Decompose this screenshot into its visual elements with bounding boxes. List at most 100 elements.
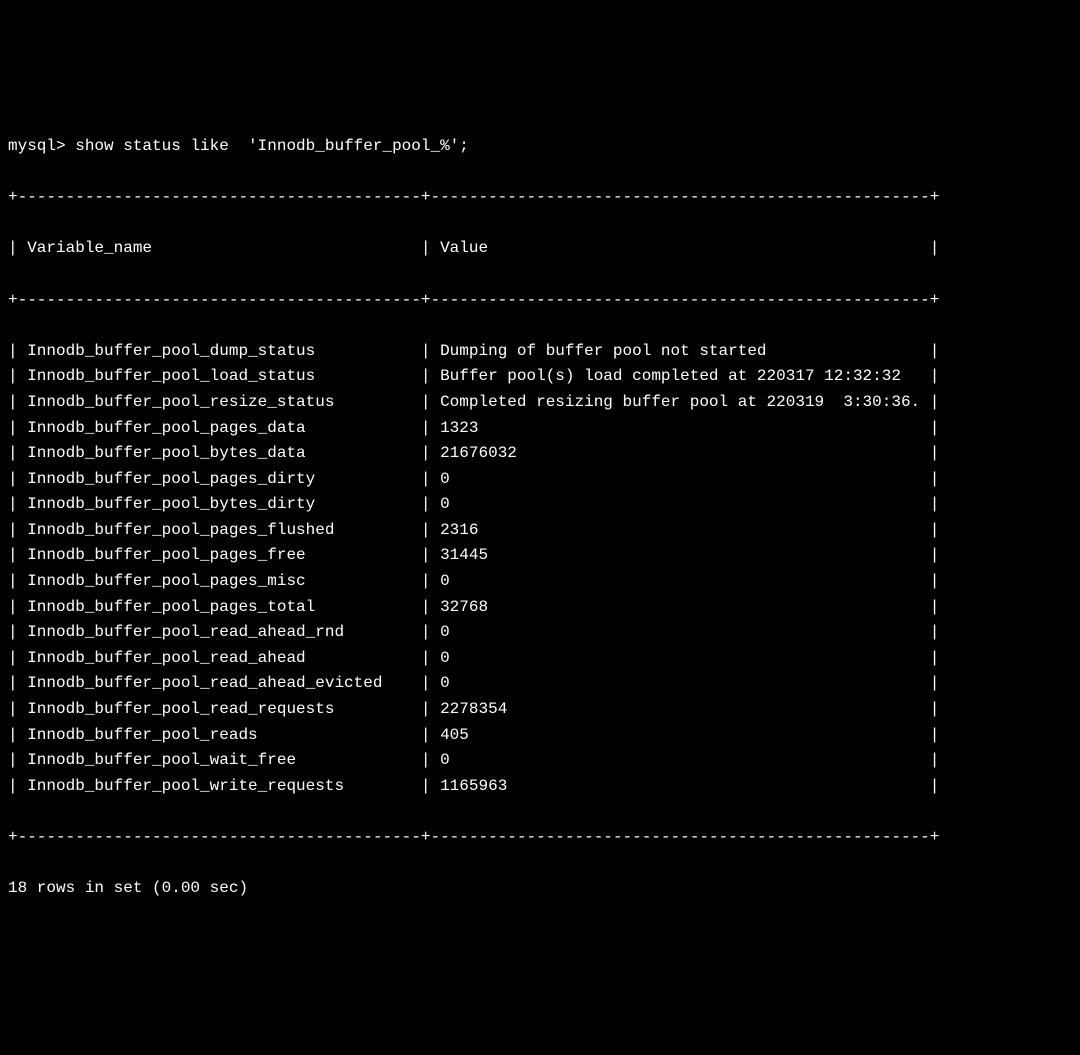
table-pipe: |: [411, 495, 440, 513]
table-pipe: |: [8, 674, 27, 692]
table-pipe: |: [411, 777, 440, 795]
value-cell: 0: [440, 470, 920, 488]
table-row: | Innodb_buffer_pool_write_requests | 11…: [8, 774, 1072, 800]
variable-name-cell: Innodb_buffer_pool_pages_flushed: [27, 521, 411, 539]
table-pipe: |: [8, 623, 27, 641]
table-border-bottom: +---------------------------------------…: [8, 825, 1072, 851]
table-row: | Innodb_buffer_pool_pages_dirty | 0 |: [8, 467, 1072, 493]
variable-name-cell: Innodb_buffer_pool_resize_status: [27, 393, 411, 411]
table-row: | Innodb_buffer_pool_wait_free | 0 |: [8, 748, 1072, 774]
table-pipe: |: [920, 777, 939, 795]
table-pipe: |: [411, 342, 440, 360]
value-cell: Dumping of buffer pool not started: [440, 342, 920, 360]
table-row: | Innodb_buffer_pool_read_ahead_evicted …: [8, 671, 1072, 697]
table-pipe: |: [8, 393, 27, 411]
table-header-row: | Variable_name | Value |: [8, 236, 1072, 262]
table-pipe: |: [920, 726, 939, 744]
table-row: | Innodb_buffer_pool_pages_total | 32768…: [8, 595, 1072, 621]
value-cell: 2316: [440, 521, 920, 539]
table-pipe: |: [920, 367, 939, 385]
variable-name-cell: Innodb_buffer_pool_pages_total: [27, 598, 411, 616]
variable-name-cell: Innodb_buffer_pool_pages_misc: [27, 572, 411, 590]
table-pipe: |: [8, 598, 27, 616]
table-pipe: |: [8, 444, 27, 462]
table-pipe: |: [920, 623, 939, 641]
variable-name-cell: Innodb_buffer_pool_write_requests: [27, 777, 411, 795]
value-cell: 31445: [440, 546, 920, 564]
variable-name-cell: Innodb_buffer_pool_read_ahead_evicted: [27, 674, 411, 692]
table-pipe: |: [411, 751, 440, 769]
table-pipe: |: [920, 572, 939, 590]
value-cell: 2278354: [440, 700, 920, 718]
mysql-prompt: mysql>: [8, 137, 75, 155]
value-cell: 0: [440, 623, 920, 641]
table-row: | Innodb_buffer_pool_dump_status | Dumpi…: [8, 339, 1072, 365]
table-pipe: |: [920, 598, 939, 616]
table-pipe: |: [920, 495, 939, 513]
table-row: | Innodb_buffer_pool_pages_data | 1323 |: [8, 416, 1072, 442]
table-row: | Innodb_buffer_pool_load_status | Buffe…: [8, 364, 1072, 390]
table-pipe: |: [8, 470, 27, 488]
table-pipe: |: [411, 674, 440, 692]
table-pipe: |: [8, 572, 27, 590]
table-pipe: |: [8, 751, 27, 769]
table-pipe: |: [920, 393, 939, 411]
table-pipe: |: [920, 342, 939, 360]
value-cell: 21676032: [440, 444, 920, 462]
value-cell: 1165963: [440, 777, 920, 795]
mysql-command: show status like 'Innodb_buffer_pool_%';: [75, 137, 469, 155]
variable-name-cell: Innodb_buffer_pool_bytes_data: [27, 444, 411, 462]
table-row: | Innodb_buffer_pool_bytes_data | 216760…: [8, 441, 1072, 467]
table-pipe: |: [920, 674, 939, 692]
table-body: | Innodb_buffer_pool_dump_status | Dumpi…: [8, 339, 1072, 800]
table-pipe: |: [411, 367, 440, 385]
table-pipe: |: [8, 521, 27, 539]
table-pipe: |: [8, 700, 27, 718]
value-cell: 405: [440, 726, 920, 744]
table-row: | Innodb_buffer_pool_resize_status | Com…: [8, 390, 1072, 416]
value-cell: 0: [440, 751, 920, 769]
table-row: | Innodb_buffer_pool_pages_free | 31445 …: [8, 543, 1072, 569]
table-pipe: |: [920, 444, 939, 462]
table-pipe: |: [411, 726, 440, 744]
variable-name-cell: Innodb_buffer_pool_pages_data: [27, 419, 411, 437]
table-row: | Innodb_buffer_pool_pages_misc | 0 |: [8, 569, 1072, 595]
table-row: | Innodb_buffer_pool_reads | 405 |: [8, 723, 1072, 749]
table-pipe: |: [920, 470, 939, 488]
table-row: | Innodb_buffer_pool_read_requests | 227…: [8, 697, 1072, 723]
table-row: | Innodb_buffer_pool_bytes_dirty | 0 |: [8, 492, 1072, 518]
table-pipe: |: [920, 751, 939, 769]
table-pipe: |: [920, 546, 939, 564]
table-pipe: |: [411, 700, 440, 718]
variable-name-cell: Innodb_buffer_pool_bytes_dirty: [27, 495, 411, 513]
table-pipe: |: [8, 546, 27, 564]
table-pipe: |: [920, 700, 939, 718]
value-cell: 0: [440, 649, 920, 667]
table-row: | Innodb_buffer_pool_read_ahead_rnd | 0 …: [8, 620, 1072, 646]
value-cell: Completed resizing buffer pool at 220319…: [440, 393, 920, 411]
table-pipe: |: [411, 470, 440, 488]
table-pipe: |: [411, 419, 440, 437]
value-cell: Buffer pool(s) load completed at 220317 …: [440, 367, 920, 385]
table-pipe: |: [920, 521, 939, 539]
variable-name-cell: Innodb_buffer_pool_read_ahead: [27, 649, 411, 667]
table-border-mid: +---------------------------------------…: [8, 288, 1072, 314]
table-pipe: |: [8, 649, 27, 667]
table-pipe: |: [411, 444, 440, 462]
mysql-prompt-line[interactable]: mysql> show status like 'Innodb_buffer_p…: [8, 134, 1072, 160]
table-row: | Innodb_buffer_pool_read_ahead | 0 |: [8, 646, 1072, 672]
variable-name-cell: Innodb_buffer_pool_wait_free: [27, 751, 411, 769]
table-pipe: |: [411, 521, 440, 539]
value-cell: 0: [440, 572, 920, 590]
variable-name-cell: Innodb_buffer_pool_read_requests: [27, 700, 411, 718]
table-pipe: |: [920, 649, 939, 667]
value-cell: 32768: [440, 598, 920, 616]
value-cell: 0: [440, 674, 920, 692]
table-pipe: |: [8, 342, 27, 360]
table-border-top: +---------------------------------------…: [8, 185, 1072, 211]
value-cell: 1323: [440, 419, 920, 437]
variable-name-cell: Innodb_buffer_pool_load_status: [27, 367, 411, 385]
table-pipe: |: [920, 419, 939, 437]
table-row: | Innodb_buffer_pool_pages_flushed | 231…: [8, 518, 1072, 544]
variable-name-cell: Innodb_buffer_pool_read_ahead_rnd: [27, 623, 411, 641]
